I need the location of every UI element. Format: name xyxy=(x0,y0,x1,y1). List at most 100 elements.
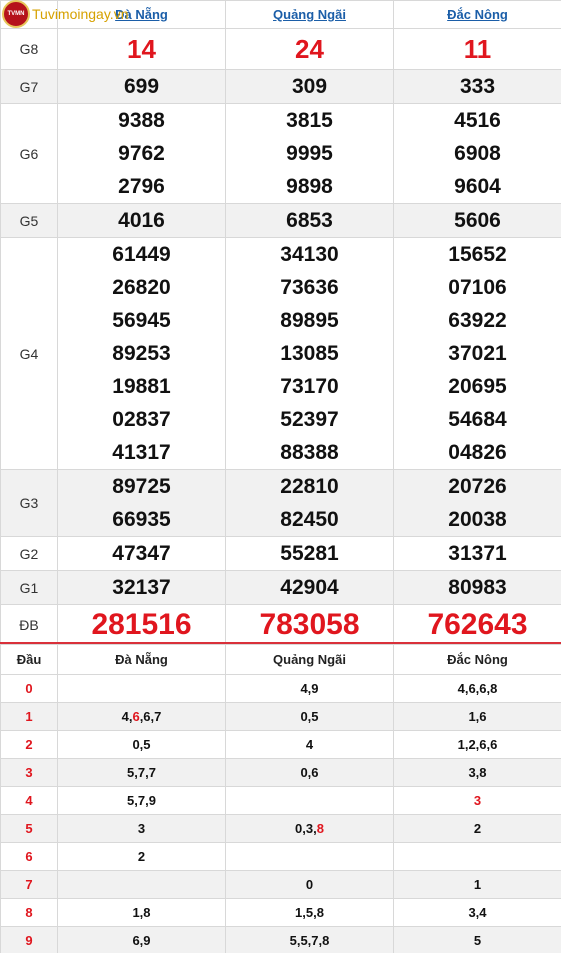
loto-cell: 0,5 xyxy=(57,730,226,759)
prize-cell: 20726 20038 xyxy=(393,469,561,537)
loto-dau: 2 xyxy=(0,730,58,759)
prize-number: 9604 xyxy=(454,175,501,198)
prize-cell: 4516 6908 9604 xyxy=(393,103,561,204)
prize-number: 63922 xyxy=(448,309,507,332)
prize-number: 20695 xyxy=(448,375,507,398)
loto-dau: 9 xyxy=(0,926,58,953)
prize-number: 20038 xyxy=(448,508,507,531)
loto-cell: 0 xyxy=(225,870,394,899)
prize-number: 89253 xyxy=(112,342,171,365)
loto-dau: 5 xyxy=(0,814,58,843)
prize-number: 73636 xyxy=(280,276,339,299)
prize-cell: 9388 9762 2796 xyxy=(57,103,226,204)
loto-cell: 4,6,6,7 xyxy=(57,702,226,731)
prize-number: 5606 xyxy=(454,209,501,232)
loto-digits: 6,9 xyxy=(132,933,151,948)
prize-number: 19881 xyxy=(112,375,171,398)
prize-number: 3815 xyxy=(286,109,333,132)
loto-cell xyxy=(225,842,394,871)
prize-number: 14 xyxy=(127,34,156,64)
loto-dau: 7 xyxy=(0,870,58,899)
loto-cell: 5,7,9 xyxy=(57,786,226,815)
prize-number: 6853 xyxy=(286,209,333,232)
loto-header-row: Đầu Đà Nẵng Quảng Ngãi Đắc Nông xyxy=(0,644,561,675)
prize-cell: 11 xyxy=(393,28,561,70)
loto-row-9: 9 6,9 5,5,7,8 5 xyxy=(0,926,561,953)
prize-row-g5: G5 4016 6853 5606 xyxy=(0,203,561,238)
loto-cell: 5 xyxy=(393,926,561,953)
loto-row-1: 1 4,6,6,7 0,5 1,6 xyxy=(0,702,561,731)
prize-cell: 32137 xyxy=(57,570,226,605)
prize-label: ĐB xyxy=(0,604,58,646)
prize-number: 9762 xyxy=(118,142,165,165)
loto-cell xyxy=(225,786,394,815)
prize-cell: 14 xyxy=(57,28,226,70)
prize-cell: 309 xyxy=(225,69,394,104)
loto-digits: 4,9 xyxy=(300,681,319,696)
prize-number: 22810 xyxy=(280,475,339,498)
loto-dau: 0 xyxy=(0,674,58,703)
loto-digits: 0,6 xyxy=(300,765,319,780)
loto-digits: 0,3, xyxy=(295,821,317,836)
prize-label: G3 xyxy=(0,469,58,537)
prize-cell: 6853 xyxy=(225,203,394,238)
loto-row-3: 3 5,7,7 0,6 3,8 xyxy=(0,758,561,787)
prize-number: 783058 xyxy=(259,608,360,641)
prize-label: G7 xyxy=(0,69,58,104)
prize-number: 41317 xyxy=(112,441,171,464)
loto-digits: 2 xyxy=(473,821,482,836)
prize-number: 04826 xyxy=(448,441,507,464)
prize-number: 56945 xyxy=(112,309,171,332)
loto-digits: 5,5,7,8 xyxy=(289,933,330,948)
prize-label: G8 xyxy=(0,28,58,70)
prize-number: 89895 xyxy=(280,309,339,332)
loto-cell: 2 xyxy=(393,814,561,843)
loto-digits: 0,5 xyxy=(300,709,319,724)
prize-number: 9898 xyxy=(286,175,333,198)
prize-row-g1: G1 32137 42904 80983 xyxy=(0,570,561,605)
loto-dau: 4 xyxy=(0,786,58,815)
loto-digits: 1,5,8 xyxy=(295,905,324,920)
prize-number: 89725 xyxy=(112,475,171,498)
prize-number: 4516 xyxy=(454,109,501,132)
prize-row-g3: G3 89725 66935 22810 82450 20726 20038 xyxy=(0,469,561,537)
loto-digits: ,6,7 xyxy=(139,709,162,724)
prize-number: 02837 xyxy=(112,408,171,431)
prize-label: G4 xyxy=(0,237,58,470)
prize-number: 9995 xyxy=(286,142,333,165)
prize-row-g8: G8 14 24 11 xyxy=(0,28,561,70)
loto-digits: 4 xyxy=(305,737,314,752)
prize-number: 88388 xyxy=(280,441,339,464)
loto-header-dau: Đầu xyxy=(0,644,58,675)
prize-cell: 783058 xyxy=(225,604,394,646)
logo-text: Tuvimoingay.vn xyxy=(32,6,129,22)
prize-cell: 34130 73636 89895 13085 73170 52397 88388 xyxy=(225,237,394,470)
loto-digits: 3,8 xyxy=(468,765,487,780)
prize-label: G5 xyxy=(0,203,58,238)
prize-row-g7: G7 699 309 333 xyxy=(0,69,561,104)
loto-dau: 8 xyxy=(0,898,58,927)
loto-row-2: 2 0,5 4 1,2,6,6 xyxy=(0,730,561,759)
loto-row-7: 7 0 1 xyxy=(0,870,561,899)
prize-number: 07106 xyxy=(448,276,507,299)
prize-number: 66935 xyxy=(112,508,171,531)
results-table: Đà Nẵng Quảng Ngãi Đắc Nông G8 14 24 11 G7 69… xyxy=(0,0,561,646)
loto-cell: 2 xyxy=(57,842,226,871)
site-logo[interactable]: TVMN Tuvimoingay.vn xyxy=(0,0,128,28)
prize-cell: 15652 07106 63922 37021 20695 54684 04826 xyxy=(393,237,561,470)
prize-cell: 89725 66935 xyxy=(57,469,226,537)
loto-cell: 1,5,8 xyxy=(225,898,394,927)
prize-number: 20726 xyxy=(448,475,507,498)
province-link-1[interactable]: Quảng Ngãi xyxy=(225,0,394,29)
loto-cell: 4 xyxy=(225,730,394,759)
prize-number: 73170 xyxy=(280,375,339,398)
loto-row-4: 4 5,7,9 3 xyxy=(0,786,561,815)
loto-row-8: 8 1,8 1,5,8 3,4 xyxy=(0,898,561,927)
loto-digits: 0 xyxy=(305,877,314,892)
loto-digits: 5,7,9 xyxy=(127,793,156,808)
prize-cell: 762643 xyxy=(393,604,561,646)
loto-dau: 6 xyxy=(0,842,58,871)
province-link-2[interactable]: Đắc Nông xyxy=(393,0,561,29)
prize-number: 34130 xyxy=(280,243,339,266)
loto-cell: 1,2,6,6 xyxy=(393,730,561,759)
